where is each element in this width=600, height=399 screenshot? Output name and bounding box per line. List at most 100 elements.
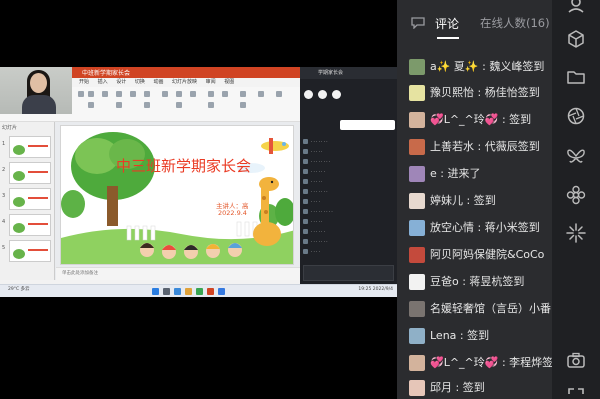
comment-item: 婷妹儿 : 签到 <box>397 190 552 212</box>
ribbon-icon[interactable] <box>88 102 94 108</box>
comment-item: a✨ 夏✨ : 魏义峰签到 <box>397 56 552 78</box>
ribbon-icon[interactable] <box>276 91 282 97</box>
meeting-chat-input[interactable] <box>303 265 394 281</box>
avatar <box>409 328 425 344</box>
taskbar-clock: 19:25 2022/9/4 <box>358 287 393 292</box>
ppt-menu-item[interactable]: 插入 <box>98 78 108 87</box>
ribbon-icon[interactable] <box>130 91 136 97</box>
edge-icon[interactable] <box>174 288 181 295</box>
comment-item: 阿贝阿妈保健院&CoCo <box>397 244 552 266</box>
ppt-menu-item[interactable]: 动画 <box>153 78 163 87</box>
active-tab-indicator <box>437 37 459 39</box>
comment-item: 邱月 : 签到 <box>397 377 552 399</box>
ribbon-icon[interactable] <box>116 91 122 97</box>
ppt-menu-item[interactable]: 审阅 <box>206 78 216 87</box>
comment-text: 邱月 : 签到 <box>430 381 485 394</box>
ribbon-icon[interactable] <box>240 91 246 97</box>
camera-icon[interactable] <box>566 350 586 370</box>
wechat-icon[interactable] <box>196 288 203 295</box>
comment-item: 名媛轻奢馆（言岳）小番 <box>397 298 552 320</box>
slide-thumbnail[interactable] <box>9 162 51 184</box>
ppt-menu-item[interactable]: 切换 <box>135 78 145 87</box>
slide-thumbnail[interactable] <box>9 214 51 236</box>
ribbon-icon[interactable] <box>176 102 182 108</box>
meeting-title: 学期家长会 <box>318 70 344 76</box>
folder-icon[interactable] <box>566 67 586 87</box>
meeting-app-icon[interactable] <box>218 288 225 295</box>
comment-item: 💞L^_^玲💞 : 李程烨签 <box>397 352 552 374</box>
avatar <box>409 85 425 101</box>
expand-icon[interactable] <box>566 386 586 399</box>
ppt-title-text: 中班新学期家长会 <box>82 70 131 77</box>
ribbon-icon[interactable] <box>78 91 84 97</box>
mic-button[interactable] <box>304 90 313 99</box>
comment-text: 阿贝阿妈保健院&CoCo <box>430 248 545 261</box>
avatar <box>409 166 425 182</box>
folder-icon[interactable] <box>185 288 192 295</box>
ribbon-icon[interactable] <box>208 91 214 97</box>
comment-text: 放空心情 : 蒋小米签到 <box>430 221 540 234</box>
comment-text: e : 进来了 <box>430 167 481 180</box>
cube-icon[interactable] <box>566 29 586 49</box>
ribbon-icon[interactable] <box>102 91 108 97</box>
comment-item: 💞L^_^玲💞 : 签到 <box>397 109 552 131</box>
comment-text: 上善若水 : 代薇辰签到 <box>430 140 540 153</box>
tab-comments[interactable]: 评论 <box>435 15 459 32</box>
sparkle-icon[interactable] <box>566 223 586 243</box>
ribbon-icon[interactable] <box>258 91 264 97</box>
avatar <box>409 112 425 128</box>
meeting-panel: 学期家长会 · · · · · · · · · · · · · · · · · … <box>300 67 397 284</box>
ribbon-icon[interactable] <box>208 102 214 108</box>
butterfly-icon[interactable] <box>566 146 586 166</box>
slide-thumbnail[interactable] <box>9 240 51 262</box>
comment-text: 豆爸o : 蒋昱杭签到 <box>430 275 525 288</box>
ribbon-icon[interactable] <box>144 102 150 108</box>
comment-item: 放空心情 : 蒋小米签到 <box>397 217 552 239</box>
ppt-menu-item[interactable]: 开始 <box>79 78 89 87</box>
taskbar-weather: 29°C 多云 <box>8 287 30 292</box>
ppt-menu-item[interactable]: 设计 <box>116 78 126 87</box>
tab-online-count[interactable]: 在线人数(16) <box>480 15 550 31</box>
avatar <box>409 380 425 396</box>
slide-notes[interactable]: 单击此处添加备注 <box>56 267 300 280</box>
avatar <box>409 355 425 371</box>
slide-date: 2022.9.4 <box>218 209 247 217</box>
share-button[interactable] <box>332 90 341 99</box>
windows-taskbar: 29°C 多云 19:25 2022/9/4 <box>0 284 397 297</box>
slide-thumbnail[interactable] <box>9 136 51 158</box>
comment-text: 💞L^_^玲💞 : 李程烨签 <box>430 356 552 369</box>
ribbon-icon[interactable] <box>190 91 196 97</box>
ribbon-icon[interactable] <box>116 102 122 108</box>
annotation-toolbar[interactable] <box>340 120 395 130</box>
thumbnail-pane-label: 幻灯片 <box>2 125 18 131</box>
slide-thumbnail[interactable] <box>9 188 51 210</box>
ribbon-icon[interactable] <box>88 91 94 97</box>
comment-text: 名媛轻奢馆（言岳）小番 <box>430 302 551 315</box>
ppt-menu-item[interactable]: 幻灯片放映 <box>172 78 197 87</box>
search-icon[interactable] <box>163 288 170 295</box>
chat-bubble-icon <box>411 17 425 29</box>
avatar <box>409 247 425 263</box>
slide-canvas[interactable]: 中三班新学期家长会 主讲人：高 2022.9.4 <box>60 125 294 265</box>
ppt-menu-bar: 开始 插入 设计 切换 动画 幻灯片放映 审阅 视图 <box>72 78 300 87</box>
flower-icon[interactable] <box>566 185 586 205</box>
comment-text: 豫贝熙怡 : 杨佳怡签到 <box>430 86 540 99</box>
comment-item: 上善若水 : 代薇辰签到 <box>397 136 552 158</box>
wps-icon[interactable] <box>207 288 214 295</box>
comment-item: Lena : 签到 <box>397 325 552 347</box>
ribbon-icon[interactable] <box>162 91 168 97</box>
ppt-menu-item[interactable]: 视图 <box>224 78 234 87</box>
ppt-ribbon <box>72 87 300 114</box>
ribbon-icon[interactable] <box>144 91 150 97</box>
comment-item: e : 进来了 <box>397 163 552 185</box>
ribbon-icon[interactable] <box>222 91 228 97</box>
camera-button[interactable] <box>318 90 327 99</box>
ribbon-icon[interactable] <box>240 102 246 108</box>
tool-rail <box>552 0 600 399</box>
ribbon-icon[interactable] <box>176 91 182 97</box>
comment-panel: 评论 在线人数(16) a✨ 夏✨ : 魏义峰签到 豫贝熙怡 : 杨佳怡签到 💞… <box>397 0 552 399</box>
aperture-icon[interactable] <box>566 106 586 126</box>
user-icon[interactable] <box>566 0 586 18</box>
comment-text: Lena : 签到 <box>430 329 490 342</box>
start-icon[interactable] <box>152 288 159 295</box>
